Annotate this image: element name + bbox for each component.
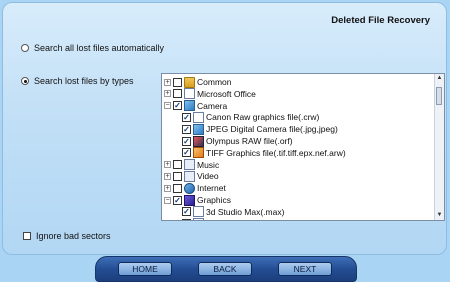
tree-checkbox[interactable]: [173, 77, 182, 87]
collapse-icon[interactable]: −: [164, 196, 171, 204]
tree-row[interactable]: ✓ JPEG Digital Camera file(.jpg,jpeg): [182, 123, 338, 135]
music-icon: [184, 159, 195, 171]
tree-row[interactable]: ✓ 3d Studio Max(.max): [182, 206, 284, 218]
tree-row[interactable]: − ✓ Camera: [164, 100, 227, 112]
tree-row[interactable]: + Microsoft Office: [164, 88, 256, 100]
tree-checkbox[interactable]: ✓: [182, 124, 191, 134]
search-all-option[interactable]: Search all lost files automatically: [21, 43, 164, 53]
tree-row[interactable]: + Common: [164, 76, 231, 88]
tree-row-label: Video: [197, 171, 219, 182]
tree-checkbox[interactable]: ✓: [173, 101, 182, 111]
tree-checkbox[interactable]: [173, 171, 182, 181]
tree-row[interactable]: + Music: [164, 159, 219, 171]
tree-scrollbar[interactable]: ▲ ▼: [434, 74, 444, 220]
ignore-bad-sectors-checkbox[interactable]: [23, 232, 31, 240]
home-button[interactable]: HOME: [118, 262, 172, 276]
camera-raw-icon: [193, 135, 204, 147]
scroll-thumb[interactable]: [436, 87, 442, 105]
search-types-option[interactable]: Search lost files by types: [21, 76, 134, 86]
ignore-bad-sectors-option[interactable]: Ignore bad sectors: [23, 231, 111, 241]
back-button[interactable]: BACK: [198, 262, 252, 276]
tree-row[interactable]: + Internet: [164, 182, 226, 194]
image-icon: [193, 123, 204, 135]
tree-row-label: JPEG Digital Camera file(.jpg,jpeg): [206, 124, 338, 135]
ignore-bad-sectors-label: Ignore bad sectors: [36, 231, 111, 241]
tree-row-label: Internet: [197, 183, 226, 194]
tree-row-label: Adobe Indesign file(.indd): [206, 219, 302, 220]
tree-row-label: Camera: [197, 100, 228, 111]
collapse-icon[interactable]: −: [164, 102, 171, 110]
tree-row-label: Graphics: [197, 195, 232, 205]
internet-icon: [184, 182, 195, 194]
tree-row-label: Music: [197, 159, 220, 170]
document-icon: [193, 206, 204, 218]
expand-icon[interactable]: +: [164, 184, 171, 192]
file-type-tree[interactable]: + Common + Microsoft Office − ✓ Camera ✓ Canon R…: [161, 73, 445, 221]
tree-checkbox[interactable]: ✓: [182, 112, 191, 122]
document-icon: [193, 218, 204, 220]
tree-row[interactable]: ✓ Adobe Indesign file(.indd): [182, 218, 302, 220]
tree-row[interactable]: ✓ Canon Raw graphics file(.crw): [182, 111, 319, 123]
tree-checkbox[interactable]: ✓: [173, 195, 182, 205]
tree-checkbox[interactable]: [173, 183, 182, 193]
winrar-folder-icon: [184, 76, 195, 88]
document-icon: [193, 111, 204, 123]
page-title: Deleted File Recovery: [331, 15, 430, 26]
tree-row-label: TIFF Graphics file(.tif.tiff.epx.nef.arw…: [206, 147, 346, 158]
tree-row-label: Microsoft Office: [197, 88, 256, 99]
expand-icon[interactable]: +: [164, 90, 171, 98]
tree-row-label: 3d Studio Max(.max): [206, 206, 285, 217]
tree-row[interactable]: − ✓ Graphics: [164, 194, 231, 206]
tree-checkbox[interactable]: ✓: [182, 207, 191, 217]
tree-checkbox[interactable]: [173, 160, 182, 170]
tree-checkbox[interactable]: ✓: [182, 148, 191, 158]
tree-checkbox[interactable]: [173, 89, 182, 99]
expand-icon[interactable]: +: [164, 172, 171, 180]
search-types-radio[interactable]: [21, 77, 29, 85]
tree-checkbox[interactable]: ✓: [182, 219, 191, 220]
main-panel: Deleted File Recovery Search all lost fi…: [2, 2, 447, 255]
tree-row[interactable]: ✓ Olympus RAW file(.orf): [182, 135, 293, 147]
expand-icon[interactable]: +: [164, 161, 171, 169]
search-types-label: Search lost files by types: [34, 76, 134, 86]
tree-row-label: Canon Raw graphics file(.crw): [206, 112, 320, 123]
graphics-icon: [184, 194, 195, 206]
tiff-icon: [193, 147, 204, 159]
tree-row-label: Olympus RAW file(.orf): [206, 136, 293, 146]
expand-icon[interactable]: +: [164, 78, 171, 86]
tree-row[interactable]: ✓ TIFF Graphics file(.tif.tiff.epx.nef.ar…: [182, 147, 346, 159]
search-all-label: Search all lost files automatically: [34, 43, 165, 53]
tree-row[interactable]: + Video: [164, 170, 219, 182]
scroll-down-icon[interactable]: ▼: [435, 211, 444, 220]
video-icon: [184, 170, 195, 182]
document-icon: [184, 88, 195, 100]
search-all-radio[interactable]: [21, 44, 29, 52]
tree-checkbox[interactable]: ✓: [182, 136, 191, 146]
next-button[interactable]: NEXT: [278, 262, 332, 276]
navigation-bar: HOME BACK NEXT: [95, 256, 357, 282]
image-icon: [184, 100, 195, 112]
tree-row-label: Common: [197, 77, 232, 87]
scroll-up-icon[interactable]: ▲: [435, 74, 444, 83]
